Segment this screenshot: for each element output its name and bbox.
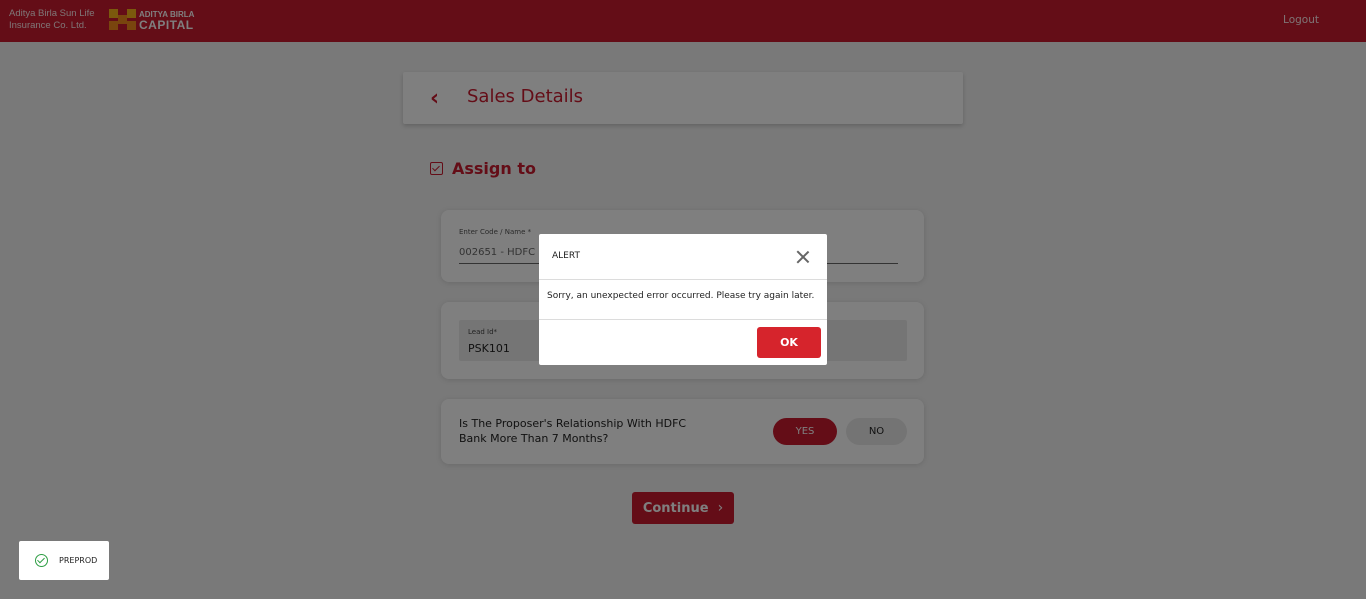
alert-title: ALERT (552, 251, 580, 261)
alert-message: Sorry, an unexpected error occurred. Ple… (547, 291, 815, 301)
environment-badge-label: PREPROD (59, 556, 98, 565)
alert-body: Sorry, an unexpected error occurred. Ple… (539, 280, 827, 320)
alert-header: ALERT (539, 234, 827, 280)
check-circle-icon (35, 554, 48, 567)
close-icon[interactable] (796, 250, 810, 264)
environment-badge: PREPROD (19, 541, 109, 580)
ok-button[interactable]: OK (757, 327, 821, 358)
alert-dialog: ALERT Sorry, an unexpected error occurre… (539, 234, 827, 365)
